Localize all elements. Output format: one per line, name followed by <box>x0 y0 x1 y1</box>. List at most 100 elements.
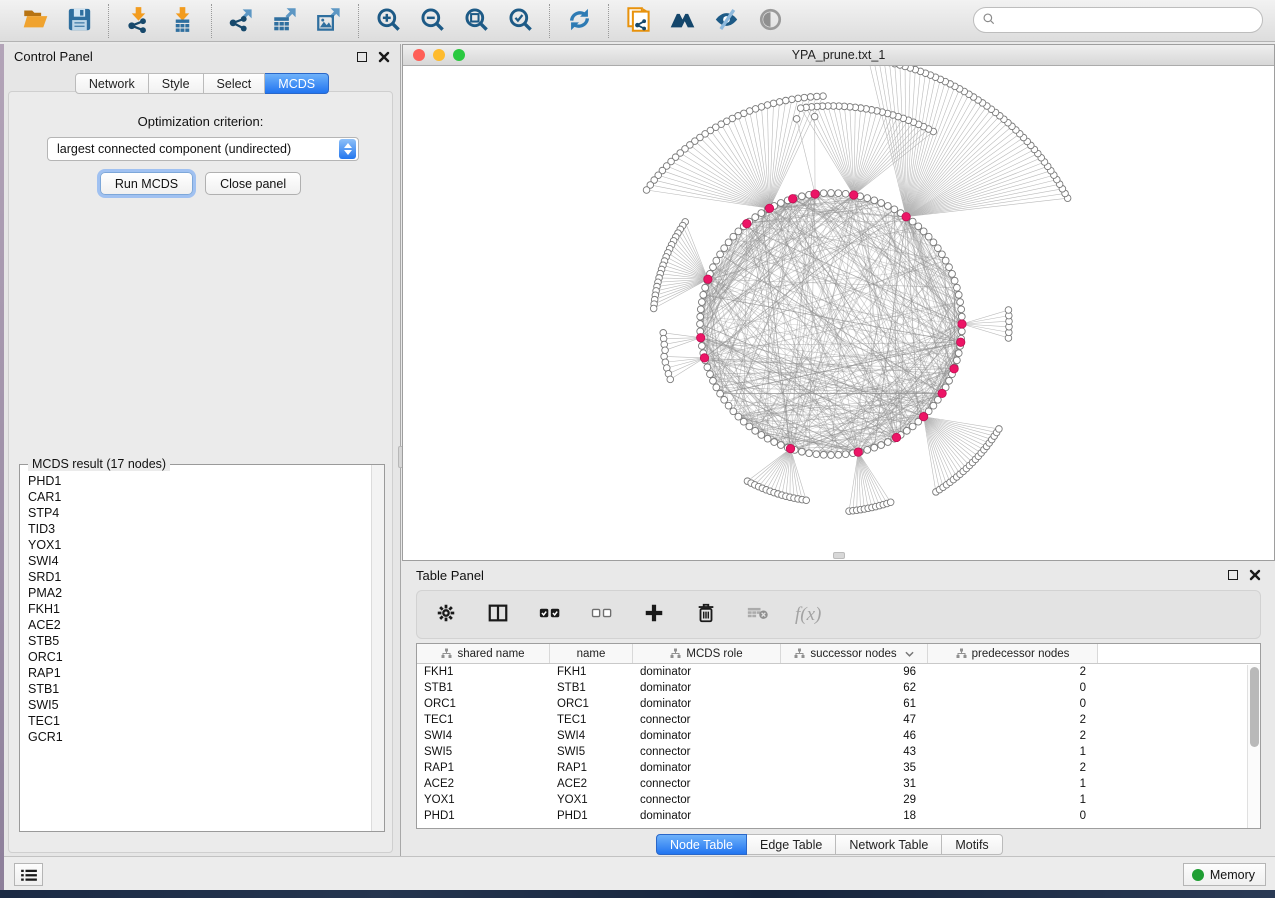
import-network-button[interactable] <box>119 4 157 38</box>
tab-network-table[interactable]: Network Table <box>836 834 942 855</box>
table-row[interactable]: ORC1ORC1dominator610 <box>417 696 1260 712</box>
result-node[interactable]: SRD1 <box>28 569 370 585</box>
tab-node-table[interactable]: Node Table <box>656 834 747 855</box>
refresh-button[interactable] <box>560 4 598 38</box>
tab-mcds[interactable]: MCDS <box>265 73 329 94</box>
table-row[interactable]: TEC1TEC1connector472 <box>417 712 1260 728</box>
column-header-name[interactable]: name <box>550 644 633 663</box>
zoom-out-button[interactable] <box>413 4 451 38</box>
open-file-button[interactable] <box>16 4 54 38</box>
clone-network-button[interactable] <box>619 4 657 38</box>
table-row[interactable]: ACE2ACE2connector311 <box>417 776 1260 792</box>
export-table-button[interactable] <box>266 4 304 38</box>
cell-MCDS-role: connector <box>633 712 781 728</box>
network-canvas[interactable] <box>403 66 1274 560</box>
run-mcds-button[interactable]: Run MCDS <box>100 172 193 195</box>
result-node[interactable]: CAR1 <box>28 489 370 505</box>
result-node[interactable]: YOX1 <box>28 537 370 553</box>
result-node[interactable]: SWI4 <box>28 553 370 569</box>
import-table-button[interactable] <box>163 4 201 38</box>
cell-successor-nodes: 62 <box>781 680 928 696</box>
table-row[interactable]: FKH1FKH1dominator962 <box>417 664 1260 680</box>
tab-style[interactable]: Style <box>149 73 204 94</box>
cell-shared-name: RAP1 <box>417 760 550 776</box>
zoom-in-button[interactable] <box>369 4 407 38</box>
cell-successor-nodes: 43 <box>781 744 928 760</box>
search-icon <box>982 12 996 29</box>
close-table-panel-icon[interactable] <box>1248 569 1261 582</box>
network-window-titlebar[interactable]: YPA_prune.txt_1 <box>403 45 1274 66</box>
tab-edge-table[interactable]: Edge Table <box>747 834 836 855</box>
optimization-criterion-select[interactable]: largest connected component (undirected) <box>47 137 359 161</box>
zoom-selected-button[interactable] <box>501 4 539 38</box>
table-scrollbar-thumb[interactable] <box>1250 667 1259 747</box>
result-node[interactable]: PMA2 <box>28 585 370 601</box>
close-window-icon[interactable] <box>413 49 425 61</box>
column-header-MCDS-role[interactable]: MCDS role <box>633 644 781 663</box>
column-header-predecessor-nodes[interactable]: predecessor nodes <box>928 644 1098 663</box>
delete-columns-button[interactable] <box>691 598 721 632</box>
export-image-button[interactable] <box>310 4 348 38</box>
table-settings-button[interactable] <box>431 598 461 632</box>
hide-selected-button[interactable] <box>707 4 745 38</box>
cell-shared-name: ORC1 <box>417 696 550 712</box>
search-input[interactable] <box>996 10 1262 30</box>
search-box[interactable] <box>973 7 1263 33</box>
cell-predecessor-nodes: 0 <box>928 680 1098 696</box>
result-scrollbar[interactable] <box>371 465 384 831</box>
desktop-background-bottom <box>0 890 1275 898</box>
horizontal-splitter-grip[interactable] <box>833 552 845 559</box>
column-header-shared-name[interactable]: shared name <box>417 644 550 663</box>
split-panel-button[interactable] <box>483 598 513 632</box>
network-graph[interactable] <box>403 66 1274 560</box>
table-row[interactable]: STB1STB1dominator620 <box>417 680 1260 696</box>
tab-network[interactable]: Network <box>75 73 149 94</box>
memory-button[interactable]: Memory <box>1183 863 1266 886</box>
result-node[interactable]: STB5 <box>28 633 370 649</box>
save-session-button[interactable] <box>60 4 98 38</box>
close-panel-button[interactable]: Close panel <box>205 172 301 195</box>
result-node[interactable]: FKH1 <box>28 601 370 617</box>
result-node[interactable]: STP4 <box>28 505 370 521</box>
mcds-result-group: MCDS result (17 nodes) PHD1CAR1STP4TID3Y… <box>19 464 385 832</box>
result-node[interactable]: TID3 <box>28 521 370 537</box>
tab-motifs[interactable]: Motifs <box>942 834 1002 855</box>
column-header-successor-nodes[interactable]: successor nodes <box>781 644 928 663</box>
table-scrollbar[interactable] <box>1247 665 1260 828</box>
float-panel-icon[interactable] <box>355 50 368 63</box>
mcds-result-list[interactable]: PHD1CAR1STP4TID3YOX1SWI4SRD1PMA2FKH1ACE2… <box>21 471 370 830</box>
table-row[interactable]: SWI4SWI4dominator462 <box>417 728 1260 744</box>
close-panel-icon[interactable] <box>377 50 390 63</box>
network-window-title: YPA_prune.txt_1 <box>792 48 886 62</box>
table-panel-title: Table Panel <box>416 568 484 583</box>
first-neighbors-button[interactable] <box>663 4 701 38</box>
zoom-fit-button[interactable] <box>457 4 495 38</box>
result-node[interactable]: SWI5 <box>28 697 370 713</box>
node-table[interactable]: shared namenameMCDS rolesuccessor nodesp… <box>416 643 1261 829</box>
result-node[interactable]: TEC1 <box>28 713 370 729</box>
export-network-button[interactable] <box>222 4 260 38</box>
select-all-rows-button[interactable] <box>535 598 565 632</box>
table-row[interactable]: YOX1YOX1connector291 <box>417 792 1260 808</box>
create-column-button[interactable] <box>639 598 669 632</box>
minimize-window-icon[interactable] <box>433 49 445 61</box>
table-row[interactable]: RAP1RAP1dominator352 <box>417 760 1260 776</box>
task-monitor-button[interactable] <box>14 863 43 886</box>
float-table-panel-icon[interactable] <box>1226 569 1239 582</box>
zoom-window-icon[interactable] <box>453 49 465 61</box>
table-row[interactable]: SWI5SWI5connector431 <box>417 744 1260 760</box>
deselect-all-rows-button[interactable] <box>587 598 617 632</box>
show-all-button[interactable] <box>751 4 789 38</box>
first-neighbors-icon <box>669 6 696 36</box>
table-panel: Table Panel f(x) shared namenameMCDS rol… <box>402 563 1275 856</box>
cell-MCDS-role: dominator <box>633 808 781 824</box>
table-row[interactable]: PHD1PHD1dominator180 <box>417 808 1260 824</box>
result-node[interactable]: ACE2 <box>28 617 370 633</box>
control-panel-tabs: NetworkStyleSelectMCDS <box>4 73 400 94</box>
tab-select[interactable]: Select <box>204 73 266 94</box>
result-node[interactable]: RAP1 <box>28 665 370 681</box>
result-node[interactable]: ORC1 <box>28 649 370 665</box>
result-node[interactable]: GCR1 <box>28 729 370 745</box>
result-node[interactable]: PHD1 <box>28 473 370 489</box>
result-node[interactable]: STB1 <box>28 681 370 697</box>
